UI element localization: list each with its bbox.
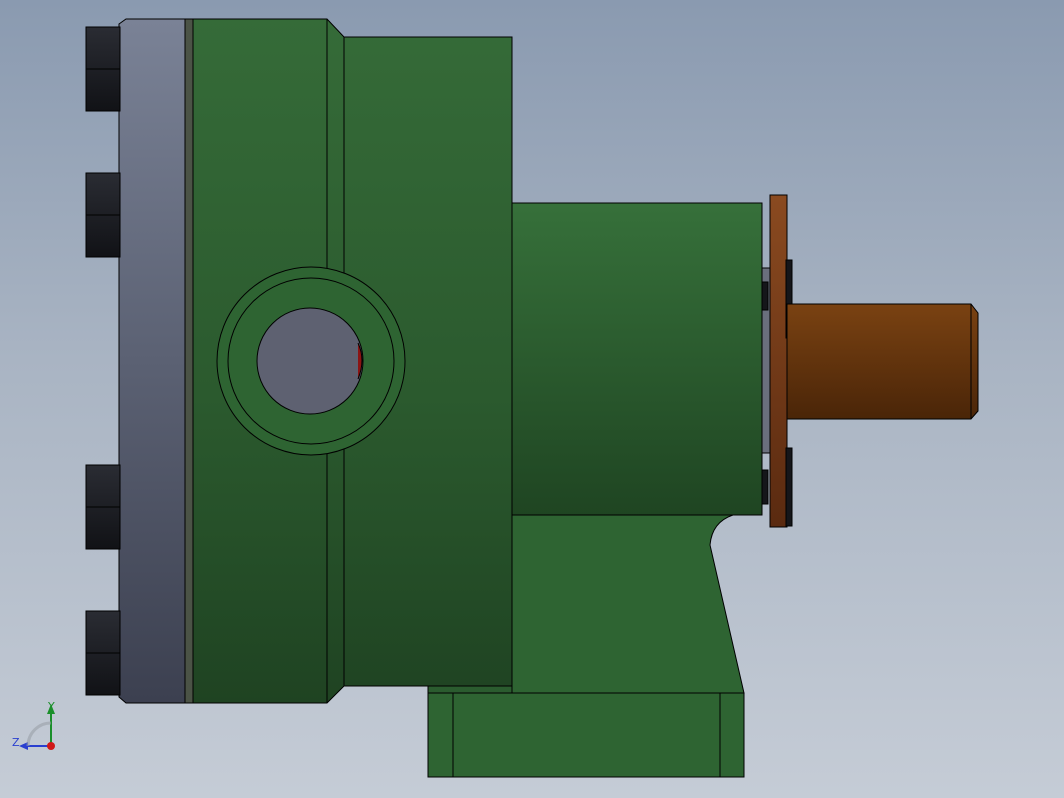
front-cover-plate[interactable] <box>118 18 186 704</box>
bearing-housing[interactable] <box>511 202 763 516</box>
drive-shaft[interactable] <box>786 303 979 420</box>
z-axis-label: Z <box>12 736 20 749</box>
port-boss[interactable] <box>216 266 406 456</box>
bolt-top-1[interactable] <box>85 26 121 112</box>
pump-assembly-model[interactable] <box>0 0 1064 798</box>
seal-nut-top <box>761 281 769 311</box>
x-axis-dot-icon <box>47 742 55 750</box>
bolt-bottom-2[interactable] <box>85 610 121 696</box>
bolt-top-2[interactable] <box>85 172 121 258</box>
seal-nut-bottom <box>761 469 769 505</box>
support-bracket[interactable] <box>511 514 745 694</box>
coupling-disc[interactable] <box>769 194 788 528</box>
port-opening[interactable] <box>256 307 364 415</box>
gasket <box>184 18 194 704</box>
bolt-bottom-1[interactable] <box>85 464 121 550</box>
disc-nut-bottom[interactable] <box>785 447 793 527</box>
y-axis-label: Y <box>48 700 55 713</box>
cad-viewport[interactable]: Y Z <box>0 0 1064 798</box>
orientation-triad <box>19 704 55 750</box>
